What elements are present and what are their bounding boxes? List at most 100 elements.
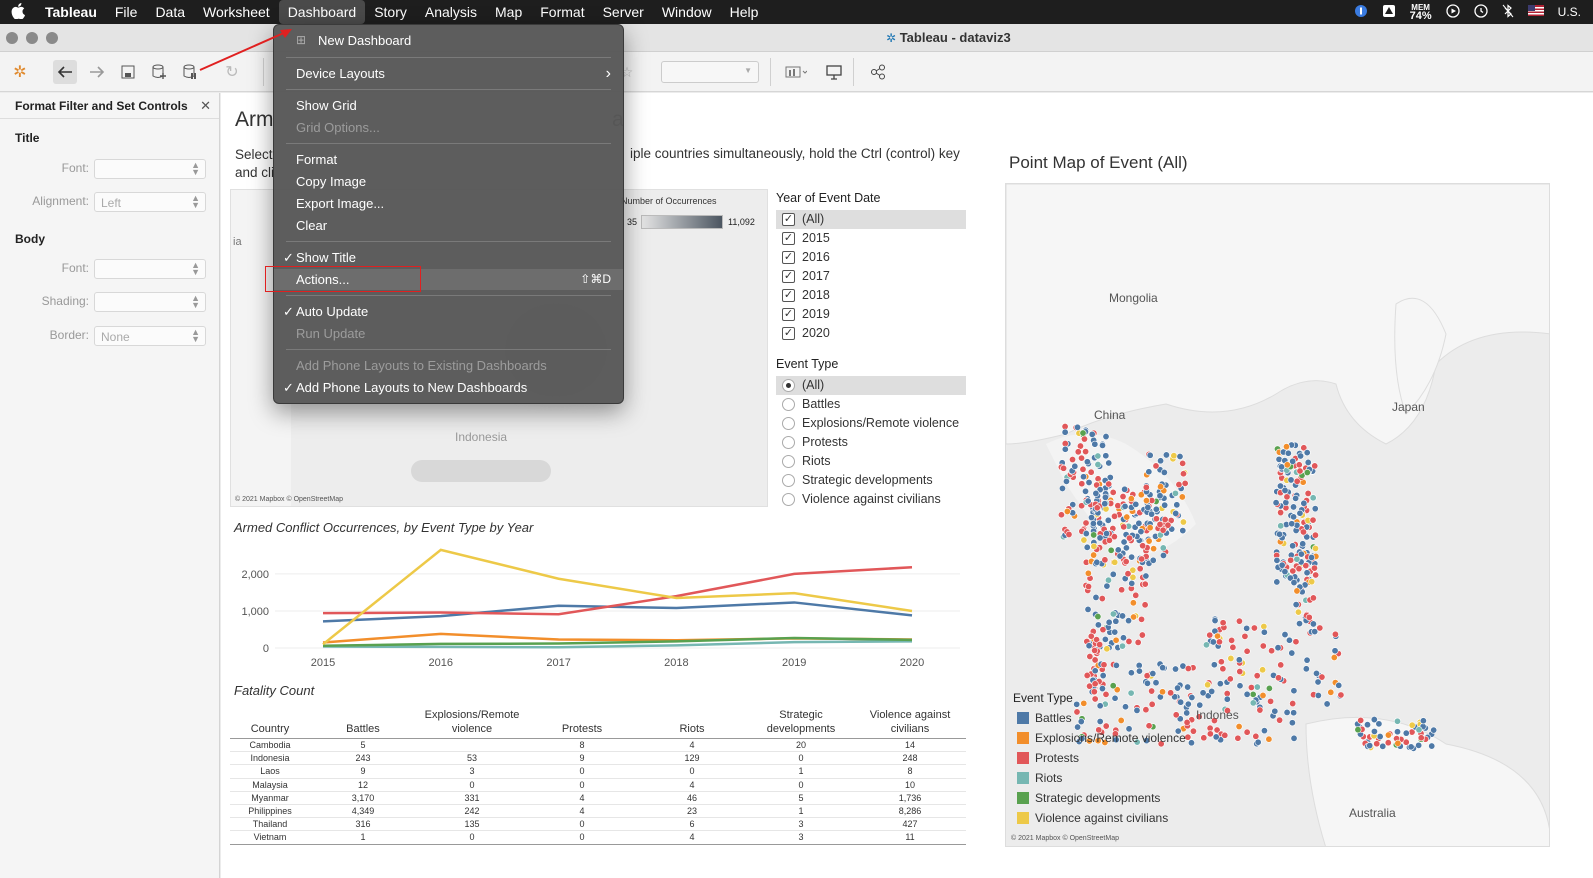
menu-dashboard[interactable]: Dashboard: [278, 0, 366, 24]
event-point[interactable]: [1101, 635, 1109, 643]
event-point[interactable]: [1085, 478, 1093, 486]
event-point[interactable]: [1184, 700, 1192, 708]
event-point[interactable]: [1243, 728, 1251, 736]
event-point[interactable]: [1283, 461, 1291, 469]
event-point[interactable]: [1311, 505, 1319, 513]
event-point[interactable]: [1058, 484, 1066, 492]
event-point[interactable]: [1148, 700, 1156, 708]
event-point[interactable]: [1299, 540, 1307, 548]
event-point[interactable]: [1219, 665, 1227, 673]
event-point[interactable]: [1303, 469, 1311, 477]
event-point[interactable]: [1084, 569, 1092, 577]
event-point[interactable]: [1112, 636, 1120, 644]
event-points[interactable]: [1006, 184, 1550, 847]
event-point[interactable]: [1187, 739, 1195, 747]
event-point[interactable]: [1143, 679, 1151, 687]
event-point[interactable]: [1310, 564, 1318, 572]
event-point[interactable]: [1139, 542, 1147, 550]
event-point[interactable]: [1419, 717, 1427, 725]
event-point[interactable]: [1276, 716, 1284, 724]
event-point[interactable]: [1206, 730, 1214, 738]
event-point[interactable]: [1311, 531, 1319, 539]
event-point[interactable]: [1214, 632, 1222, 640]
event-point[interactable]: [1415, 726, 1423, 734]
event-point[interactable]: [1273, 556, 1281, 564]
title-alignment-select[interactable]: Left ▲ ▼: [94, 192, 206, 212]
event-point[interactable]: [1083, 458, 1091, 466]
year-filter-item[interactable]: ✓ 2015: [776, 229, 966, 248]
event-point[interactable]: [1243, 690, 1251, 698]
event-point[interactable]: [1210, 661, 1218, 669]
event-point[interactable]: [1111, 512, 1119, 520]
event-point[interactable]: [1063, 507, 1071, 515]
event-point[interactable]: [1103, 530, 1111, 538]
event-point[interactable]: [1103, 582, 1111, 590]
event-point[interactable]: [1116, 552, 1124, 560]
event-point[interactable]: [1312, 544, 1320, 552]
event-point[interactable]: [1091, 440, 1099, 448]
event-point[interactable]: [1148, 510, 1156, 518]
event-point[interactable]: [1099, 672, 1107, 680]
event-point[interactable]: [1071, 462, 1079, 470]
event-point[interactable]: [1184, 665, 1192, 673]
event-point[interactable]: [1253, 672, 1261, 680]
event-point[interactable]: [1129, 599, 1137, 607]
event-point[interactable]: [1172, 509, 1180, 517]
event-point[interactable]: [1259, 666, 1267, 674]
event-point[interactable]: [1221, 731, 1229, 739]
event-point[interactable]: [1247, 683, 1255, 691]
event-point[interactable]: [1294, 608, 1302, 616]
event-point[interactable]: [1145, 537, 1153, 545]
event-point[interactable]: [1159, 526, 1167, 534]
event-point[interactable]: [1065, 530, 1073, 538]
event-point[interactable]: [1160, 468, 1168, 476]
event-point[interactable]: [1123, 513, 1131, 521]
event-point[interactable]: [1114, 502, 1122, 510]
event-point[interactable]: [1119, 634, 1127, 642]
event-point[interactable]: [1091, 680, 1099, 688]
event-point[interactable]: [1202, 641, 1210, 649]
event-point[interactable]: [1112, 617, 1120, 625]
event-point[interactable]: [1134, 638, 1142, 646]
event-point[interactable]: [1087, 468, 1095, 476]
event-point[interactable]: [1157, 483, 1165, 491]
event-point[interactable]: [1117, 716, 1125, 724]
event-point[interactable]: [1141, 601, 1149, 609]
event-point[interactable]: [1226, 675, 1234, 683]
event-point[interactable]: [1073, 700, 1081, 708]
onepassword-icon[interactable]: [1354, 4, 1368, 21]
event-point[interactable]: [1171, 489, 1179, 497]
event-point[interactable]: [1302, 665, 1310, 673]
event-point[interactable]: [1149, 670, 1157, 678]
event-point[interactable]: [1299, 528, 1307, 536]
event-point[interactable]: [1290, 734, 1298, 742]
menu-help[interactable]: Help: [721, 0, 768, 24]
event-point[interactable]: [1086, 652, 1094, 660]
event-point[interactable]: [1276, 530, 1284, 538]
event-point[interactable]: [1289, 542, 1297, 550]
play-icon[interactable]: [1446, 3, 1460, 21]
event-point[interactable]: [1105, 480, 1113, 488]
event-point[interactable]: [1138, 631, 1146, 639]
event-point[interactable]: [1181, 479, 1189, 487]
event-point[interactable]: [1102, 722, 1110, 730]
event-point[interactable]: [1142, 572, 1150, 580]
tableau-start-icon[interactable]: ✲: [8, 60, 32, 84]
table-row[interactable]: Thailand 316 135 0 6 3 427: [230, 817, 966, 832]
event-point[interactable]: [1267, 697, 1275, 705]
event-point[interactable]: [1199, 689, 1207, 697]
event-point[interactable]: [1085, 642, 1093, 650]
event-point[interactable]: [1183, 718, 1191, 726]
event-point[interactable]: [1331, 630, 1339, 638]
event-point[interactable]: [1142, 497, 1150, 505]
event-point[interactable]: [1162, 451, 1170, 459]
event-point[interactable]: [1275, 674, 1283, 682]
event-point[interactable]: [1125, 534, 1133, 542]
event-point[interactable]: [1164, 521, 1172, 529]
event-point[interactable]: [1179, 527, 1187, 535]
event-point[interactable]: [1146, 524, 1154, 532]
event-point[interactable]: [1114, 546, 1122, 554]
event-point[interactable]: [1241, 632, 1249, 640]
legend-item-violence[interactable]: Violence against civilians: [1017, 810, 1168, 826]
input-source-label[interactable]: U.S.: [1558, 5, 1581, 19]
